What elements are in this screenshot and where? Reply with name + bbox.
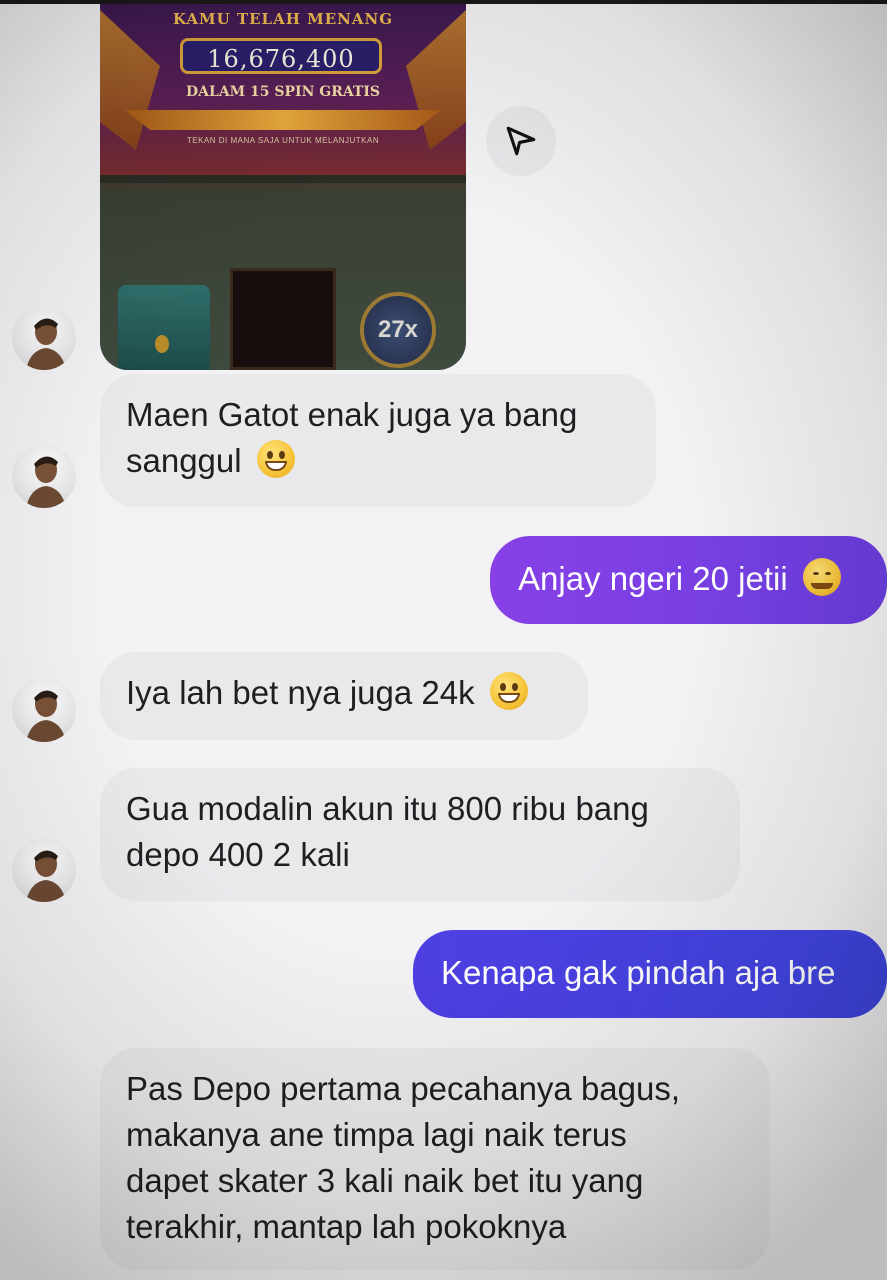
win-title: KAMU TELAH MENANG (172, 10, 394, 28)
person-icon (26, 318, 66, 370)
contact-avatar[interactable] (12, 678, 76, 742)
message-line: Anjay ngeri 20 jetii (518, 560, 788, 597)
person-icon (26, 456, 66, 508)
drooling-emoji-icon (802, 558, 841, 596)
person-icon (26, 850, 66, 902)
contact-avatar[interactable] (12, 444, 76, 508)
contact-avatar[interactable] (12, 306, 76, 370)
sweat-smile-emoji-icon (489, 672, 528, 710)
status-bar-edge (0, 0, 887, 4)
message-bubble-incoming[interactable]: Gua modalin akun itu 800 ribu bang depo … (100, 768, 740, 901)
multiplier-badge: 27x (360, 292, 436, 368)
message-bubble-incoming[interactable]: Maen Gatot enak juga ya bang sanggul (100, 374, 656, 507)
win-subtitle: DALAM 15 SPIN GRATIS (185, 84, 381, 100)
message-line: Kenapa gak pindah aja bre (441, 954, 836, 991)
message-line: Gua modalin akun itu 800 ribu bang (126, 790, 649, 827)
tap-to-continue: TEKAN DI MANA SAJA UNTUK MELANJUTKAN (186, 136, 380, 145)
message-bubble-outgoing[interactable]: Anjay ngeri 20 jetii (490, 536, 887, 624)
message-bubble-outgoing[interactable]: Kenapa gak pindah aja bre (413, 930, 887, 1018)
person-icon (26, 690, 66, 742)
win-amount: 16,676,400 (180, 38, 382, 74)
message-line: depo 400 2 kali (126, 836, 350, 873)
message-line: terakhir, mantap lah pokoknya (126, 1208, 567, 1245)
shared-game-screenshot[interactable]: KAMU TELAH MENANG 16,676,400 DALAM 15 SP… (100, 0, 466, 370)
message-line-with-emoji: sanggul (126, 438, 630, 484)
contact-avatar[interactable] (12, 838, 76, 902)
message-bubble-incoming[interactable]: Pas Depo pertama pecahanya bagus, makany… (100, 1048, 770, 1270)
banner-frame (125, 110, 441, 130)
message-line: sanggul (126, 442, 242, 479)
share-button[interactable] (486, 106, 556, 176)
coin-icon (155, 335, 169, 353)
game-divider (100, 175, 466, 183)
message-line: makanya ane timpa lagi naik terus (126, 1116, 627, 1153)
message-line: Pas Depo pertama pecahanya bagus, (126, 1070, 681, 1107)
message-bubble-incoming[interactable]: Iya lah bet nya juga 24k (100, 652, 588, 740)
grin-emoji-icon (256, 440, 295, 478)
game-pot (118, 285, 210, 370)
game-doorway (230, 268, 336, 370)
message-line: Maen Gatot enak juga ya bang (126, 396, 578, 433)
send-icon (506, 126, 536, 156)
message-line: dapet skater 3 kali naik bet itu yang (126, 1162, 644, 1199)
message-line: Iya lah bet nya juga 24k (126, 674, 475, 711)
